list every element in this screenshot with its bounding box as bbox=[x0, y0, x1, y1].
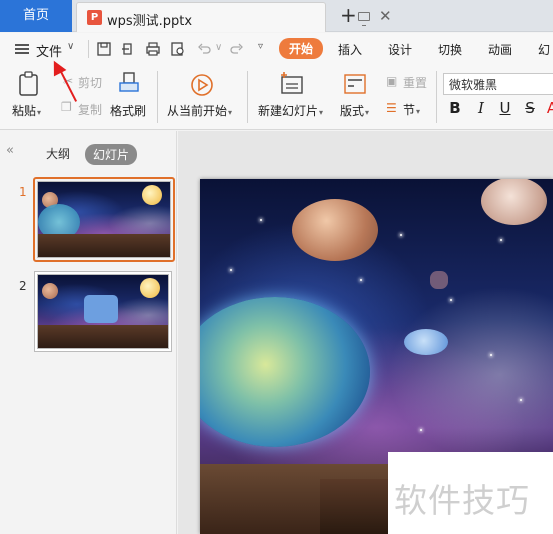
format-painter-button[interactable]: 格式刷 bbox=[110, 102, 146, 119]
earth-icon bbox=[200, 297, 370, 447]
star bbox=[500, 239, 502, 241]
tab-slideshow[interactable]: 幻 bbox=[538, 41, 550, 58]
section-button[interactable]: 节▾ bbox=[403, 101, 420, 118]
undo-dropdown-icon[interactable]: ∨ bbox=[215, 42, 222, 53]
paste-button[interactable]: 粘贴▾ bbox=[12, 102, 41, 119]
section-label: 节 bbox=[403, 103, 416, 117]
layout-icon[interactable] bbox=[343, 73, 367, 95]
slide-thumbnail-image bbox=[37, 181, 171, 258]
blue-shape bbox=[84, 295, 118, 323]
pptx-icon: P bbox=[87, 10, 102, 25]
tab-transition[interactable]: 切换 bbox=[438, 41, 462, 58]
paste-icon[interactable] bbox=[17, 71, 41, 97]
planet-icon bbox=[292, 199, 378, 261]
section-icon: ☰ bbox=[386, 101, 397, 115]
close-icon[interactable]: ✕ bbox=[379, 7, 392, 25]
asteroid-icon bbox=[430, 271, 448, 289]
divider bbox=[247, 71, 248, 123]
new-tab-icon[interactable]: + bbox=[340, 3, 357, 27]
restaurant-floor bbox=[38, 325, 168, 348]
watermark-text: 软件技巧 bbox=[394, 481, 530, 520]
star bbox=[260, 219, 262, 221]
tab-outline[interactable]: 大纲 bbox=[46, 145, 70, 162]
slide-thumbnail-image bbox=[37, 274, 169, 349]
slide-number: 2 bbox=[19, 279, 27, 293]
tab-slides[interactable]: 幻灯片 bbox=[85, 144, 138, 165]
slide-thumbnail-2[interactable] bbox=[34, 271, 172, 352]
star bbox=[420, 429, 422, 431]
from-current-label: 从当前开始 bbox=[167, 104, 228, 118]
star bbox=[520, 399, 522, 401]
tab-design[interactable]: 设计 bbox=[388, 41, 412, 58]
collapse-icon[interactable]: « bbox=[6, 143, 14, 158]
tab-start[interactable]: 开始 bbox=[279, 38, 324, 59]
chevron-down-icon[interactable]: ∨ bbox=[67, 41, 74, 52]
customize-dropdown-icon[interactable]: ▿ bbox=[258, 41, 263, 52]
cut-button[interactable]: 剪切 bbox=[78, 74, 102, 91]
slide-number: 1 bbox=[19, 185, 27, 199]
export-icon[interactable] bbox=[120, 41, 136, 57]
watermark: 软件技巧 bbox=[388, 452, 553, 534]
tab-animation[interactable]: 动画 bbox=[488, 41, 512, 58]
slide-thumbnail-1[interactable] bbox=[33, 177, 175, 262]
moon-icon bbox=[481, 179, 547, 225]
restaurant-floor bbox=[38, 234, 170, 257]
format-painter-icon[interactable] bbox=[118, 71, 140, 95]
underline-button[interactable]: U bbox=[498, 99, 512, 117]
star bbox=[230, 269, 232, 271]
star bbox=[400, 234, 402, 236]
divider bbox=[436, 71, 437, 123]
tab-insert[interactable]: 插入 bbox=[338, 41, 362, 58]
redo-icon[interactable] bbox=[229, 41, 245, 57]
tab-document[interactable]: P wps测试.pptx ✕ bbox=[76, 2, 392, 32]
sun-icon bbox=[142, 185, 162, 205]
paste-label: 粘贴 bbox=[12, 104, 37, 118]
star bbox=[450, 299, 452, 301]
new-slide-button[interactable]: 新建幻灯片▾ bbox=[258, 102, 323, 119]
copy-icon: ❐ bbox=[61, 100, 72, 114]
divider bbox=[157, 71, 158, 123]
save-icon[interactable] bbox=[96, 41, 112, 57]
menu-row: 文件 ∨ ∨ ▿ 开始 插入 设计 切换 动画 幻 bbox=[0, 33, 553, 65]
font-color-icon[interactable]: A bbox=[545, 99, 553, 117]
planet-icon bbox=[42, 283, 58, 299]
from-current-button[interactable]: 从当前开始▾ bbox=[167, 102, 232, 119]
divider bbox=[88, 40, 89, 58]
sun-icon bbox=[140, 278, 160, 298]
layout-button[interactable]: 版式▾ bbox=[340, 102, 369, 119]
print-preview-icon[interactable] bbox=[170, 41, 186, 57]
undo-icon[interactable] bbox=[196, 41, 212, 57]
tab-home[interactable]: 首页 bbox=[0, 0, 72, 32]
print-icon[interactable] bbox=[145, 41, 161, 57]
document-title: wps测试.pptx bbox=[107, 14, 193, 29]
copy-button[interactable]: 复制 bbox=[78, 101, 102, 118]
screen-icon[interactable] bbox=[358, 12, 370, 26]
tab-bar: 首页 P wps测试.pptx ✕ + bbox=[0, 0, 553, 32]
slide-panel: « 大纲 幻灯片 1 2 bbox=[0, 131, 177, 534]
new-slide-icon[interactable] bbox=[279, 71, 305, 97]
strikethrough-button[interactable]: S bbox=[523, 99, 537, 117]
small-planet-icon bbox=[404, 329, 448, 355]
italic-button[interactable]: I bbox=[474, 99, 488, 117]
reset-button[interactable]: 重置 bbox=[403, 74, 427, 91]
star bbox=[490, 354, 492, 356]
play-icon[interactable] bbox=[190, 73, 214, 97]
layout-label: 版式 bbox=[340, 104, 365, 118]
font-name-select[interactable]: 微软雅黑 bbox=[443, 73, 553, 95]
bold-button[interactable]: B bbox=[448, 99, 462, 117]
ribbon: 粘贴▾ ✂ 剪切 ❐ 复制 格式刷 从当前开始▾ 新建幻灯片▾ 版式▾ ▣ 重置… bbox=[0, 65, 553, 130]
new-slide-label: 新建幻灯片 bbox=[258, 104, 319, 118]
hamburger-icon[interactable] bbox=[15, 44, 29, 54]
reset-icon: ▣ bbox=[386, 74, 398, 88]
star bbox=[360, 279, 362, 281]
